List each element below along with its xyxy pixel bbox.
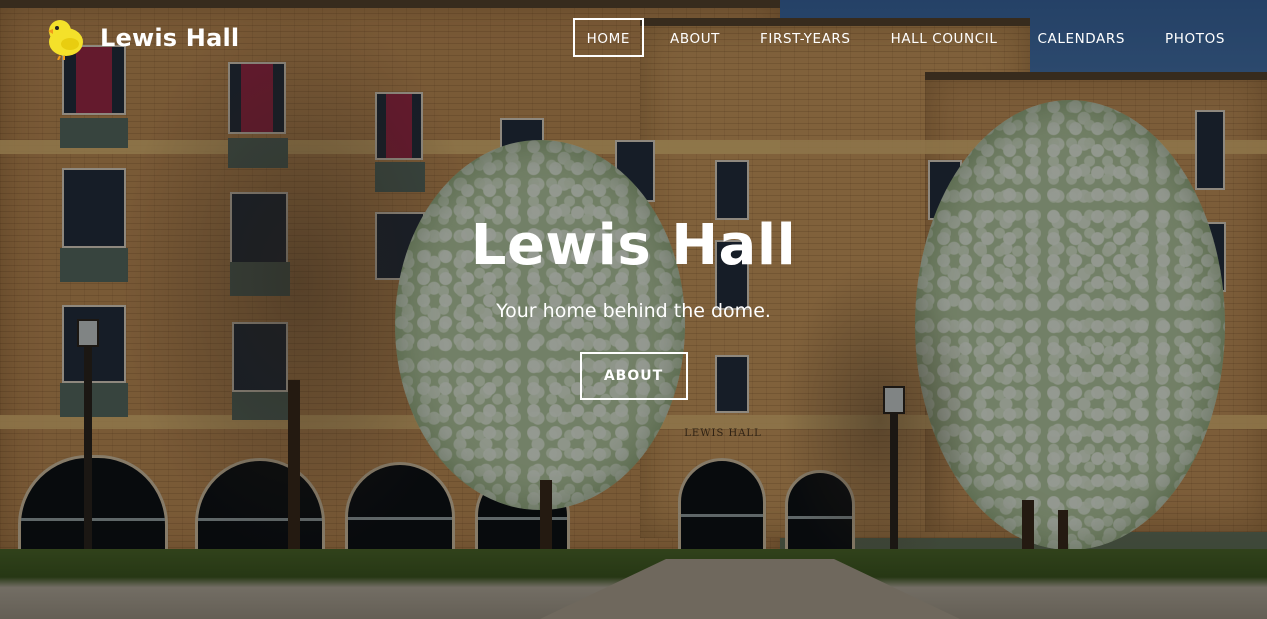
nav-item-home[interactable]: HOME	[572, 18, 645, 57]
nav-item-first-years[interactable]: FIRST-YEARS	[746, 18, 865, 57]
page: LEWIS HALL Lewis Hall HOME ABOUT FIRST-Y…	[0, 0, 1267, 619]
hero-subtitle: Your home behind the dome.	[496, 300, 771, 322]
brand-name: Lewis Hall	[100, 24, 240, 52]
brand-link[interactable]: Lewis Hall	[44, 16, 239, 60]
chick-icon	[48, 20, 83, 60]
nav-item-calendars[interactable]: CALENDARS	[1023, 18, 1139, 57]
about-button[interactable]: ABOUT	[579, 352, 688, 400]
top-navbar: Lewis Hall HOME ABOUT FIRST-YEARS HALL C…	[0, 0, 1267, 76]
nav-menu: HOME ABOUT FIRST-YEARS HALL COUNCIL CALE…	[567, 18, 1245, 57]
hero-section: Lewis Hall Your home behind the dome. AB…	[0, 212, 1267, 400]
nav-item-photos[interactable]: PHOTOS	[1151, 18, 1239, 57]
nav-item-about[interactable]: ABOUT	[656, 18, 734, 57]
hero-title: Lewis Hall	[470, 213, 797, 278]
nav-item-hall-council[interactable]: HALL COUNCIL	[877, 18, 1012, 57]
